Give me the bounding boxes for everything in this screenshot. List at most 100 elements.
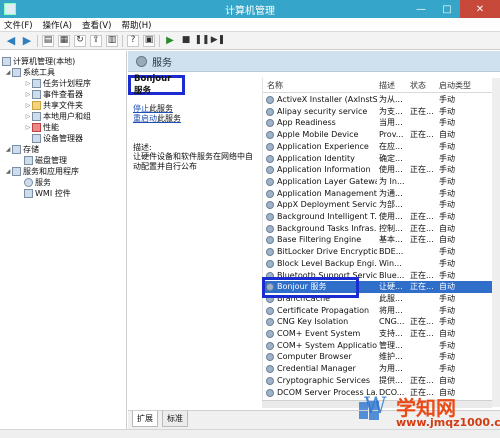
restart-service-link[interactable]: 重启动此服务	[133, 113, 181, 124]
forward-arrow-icon[interactable]: ▶	[21, 35, 33, 47]
close-button[interactable]: ✕	[460, 0, 500, 18]
menu-action[interactable]: 操作(A)	[43, 19, 72, 31]
tree-item-storage[interactable]: ◢ 存储	[4, 144, 39, 155]
table-row[interactable]: Apple Mobile Device Prov... 正在... 自动	[263, 129, 500, 141]
table-row[interactable]: Application Identity 确定... 手动	[263, 153, 500, 165]
services-header: 服务	[128, 51, 500, 72]
expand-icon[interactable]: ▷	[24, 91, 32, 98]
service-startup-type: 手动	[439, 247, 455, 257]
service-description: 为支...	[379, 106, 403, 116]
tree-item-services-apps[interactable]: ◢ 服务和应用程序	[4, 166, 79, 177]
table-row[interactable]: App Readiness 当用... 手动	[263, 117, 500, 129]
minimize-button[interactable]: —	[408, 0, 434, 18]
tree-item-shared-folders[interactable]: ▷ 共享文件夹	[24, 100, 83, 111]
tree-item-device-manager[interactable]: 设备管理器	[32, 133, 83, 144]
tree-item-services[interactable]: 服务	[24, 177, 51, 188]
table-row[interactable]: Computer Browser 维护... 手动	[263, 351, 500, 363]
column-header-startup[interactable]: 启动类型	[439, 80, 471, 91]
properties-icon[interactable]: ▦	[58, 34, 70, 47]
tree-item-task-scheduler[interactable]: ▷ 任务计划程序	[24, 78, 91, 89]
table-row[interactable]: Alipay security service 为支... 正在... 手动	[263, 106, 500, 118]
event-log-icon	[32, 90, 41, 99]
refresh-icon[interactable]: ↻	[74, 34, 86, 47]
tree-item-wmi[interactable]: WMI 控件	[24, 188, 71, 199]
column-header-description[interactable]: 描述	[379, 80, 395, 91]
service-description: 将用...	[379, 305, 403, 315]
service-startup-type: 手动	[439, 165, 455, 175]
collapse-icon[interactable]: ◢	[4, 146, 12, 153]
disk-icon	[24, 156, 33, 165]
service-name: CNG Key Isolation	[277, 317, 349, 327]
table-row[interactable]: BitLocker Drive Encryptio... BDE... 手动	[263, 246, 500, 258]
app-icon	[4, 3, 16, 15]
table-row[interactable]: Cryptographic Services 提供... 正在... 自动	[263, 375, 500, 387]
service-name: BitLocker Drive Encryptio...	[277, 247, 377, 257]
pause-icon[interactable]: ❚❚	[194, 35, 209, 47]
column-header-status[interactable]: 状态	[410, 80, 426, 91]
maximize-button[interactable]: □	[434, 0, 460, 18]
tree-item-event-viewer[interactable]: ▷ 事件查看器	[24, 89, 83, 100]
table-row[interactable]: Application Information 使用... 正在... 手动	[263, 164, 500, 176]
tree-item-system-tools[interactable]: ◢ 系统工具	[4, 67, 55, 78]
restart-icon[interactable]: ▶❚	[211, 35, 225, 47]
service-name: Cryptographic Services	[277, 375, 371, 385]
menu-file[interactable]: 文件(F)	[4, 19, 33, 31]
performance-icon	[32, 123, 41, 132]
tree-item-performance[interactable]: ▷ 性能	[24, 122, 59, 133]
table-row[interactable]: Background Tasks Infras... 控制... 正在... 自动	[263, 223, 500, 235]
console-icon[interactable]: ▣	[143, 34, 155, 47]
table-row[interactable]: Application Layer Gatewa... 为 In... 手动	[263, 176, 500, 188]
stop-icon[interactable]: ■	[180, 35, 192, 47]
table-row[interactable]: Block Level Backup Engi... Win... 手动	[263, 258, 500, 270]
table-row[interactable]: COM+ Event System 支持... 正在... 自动	[263, 328, 500, 340]
column-header-name[interactable]: 名称	[267, 80, 283, 91]
collapse-icon[interactable]: ◢	[4, 69, 12, 76]
tree-label: 本地用户和组	[43, 112, 91, 121]
expand-icon[interactable]: ▷	[24, 102, 32, 109]
expand-icon[interactable]: ▷	[24, 80, 32, 87]
tab-extended[interactable]: 扩展	[132, 411, 158, 427]
service-startup-type: 手动	[439, 95, 455, 104]
device-manager-icon	[32, 134, 41, 143]
tree-label: 服务	[35, 178, 51, 187]
collapse-icon[interactable]: ◢	[4, 168, 12, 175]
show-pane-icon[interactable]: ▥	[106, 34, 118, 47]
table-row[interactable]: CNG Key Isolation CNG... 正在... 手动	[263, 316, 500, 328]
export-icon[interactable]: ⇪	[90, 34, 102, 47]
restart-link-text[interactable]: 重启动	[133, 114, 157, 123]
table-row[interactable]: Application Management 为通... 手动	[263, 188, 500, 200]
table-row[interactable]: Application Experience 在应... 手动	[263, 141, 500, 153]
expand-icon[interactable]: ▷	[24, 113, 32, 120]
tree-item-local-users[interactable]: ▷ 本地用户和组	[24, 111, 91, 122]
help-icon[interactable]: ?	[127, 34, 139, 47]
service-name: App Readiness	[277, 118, 336, 128]
tab-standard[interactable]: 标准	[162, 411, 188, 427]
play-icon[interactable]: ▶	[164, 35, 176, 47]
table-row[interactable]: AppX Deployment Servic... 为部... 手动	[263, 199, 500, 211]
selected-row-highlight-box	[262, 277, 359, 298]
selected-service-title: Bonjour 服务	[128, 74, 185, 96]
table-row[interactable]: Background Intelligent T... 使用... 正在... 手动	[263, 211, 500, 223]
service-gear-icon	[266, 201, 274, 210]
table-row[interactable]: ActiveX Installer (AxInstSV) 为从... 手动	[263, 94, 500, 106]
service-description: 为通...	[379, 188, 403, 198]
tree-item-disk-management[interactable]: 磁盘管理	[24, 155, 67, 166]
service-startup-type: 手动	[439, 364, 455, 374]
menu-view[interactable]: 查看(V)	[82, 19, 111, 31]
back-arrow-icon[interactable]: ◀	[5, 35, 17, 47]
stop-link-text[interactable]: 停止	[133, 104, 149, 113]
table-row[interactable]: Base Filtering Engine 基本... 正在... 自动	[263, 234, 500, 246]
service-description: 维护...	[379, 352, 403, 362]
table-row[interactable]: Credential Manager 为用... 手动	[263, 363, 500, 375]
tree-item-root[interactable]: 计算机管理(本地)	[2, 56, 75, 67]
service-gear-icon	[266, 131, 274, 140]
menu-help[interactable]: 帮助(H)	[121, 19, 151, 31]
folder-up-icon[interactable]: ▤	[42, 34, 54, 47]
table-row[interactable]: COM+ System Application 管理... 手动	[263, 340, 500, 352]
vertical-scrollbar[interactable]	[492, 78, 500, 407]
service-name: Certificate Propagation	[277, 305, 370, 315]
tree-label: 存储	[23, 145, 39, 154]
expand-icon[interactable]: ▷	[24, 124, 32, 131]
service-startup-type: 手动	[439, 352, 455, 362]
table-row[interactable]: Certificate Propagation 将用... 手动	[263, 305, 500, 317]
